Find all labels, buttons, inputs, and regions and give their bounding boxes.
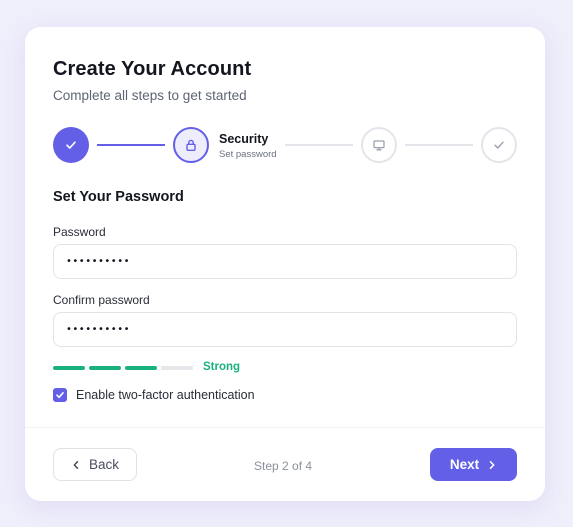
confirm-password-field[interactable]: •••••••••• xyxy=(53,312,517,347)
password-value: •••••••••• xyxy=(66,256,130,267)
footer-divider xyxy=(25,427,545,428)
stepper-connector xyxy=(405,144,473,146)
password-field[interactable]: •••••••••• xyxy=(53,244,517,279)
back-button[interactable]: Back xyxy=(53,448,137,481)
strength-segment xyxy=(89,366,121,370)
step-2-sublabel: Set password xyxy=(219,149,277,160)
signup-card: Create Your Account Complete all steps t… xyxy=(25,27,545,501)
step-indicator: Step 2 of 4 xyxy=(254,459,313,473)
step-2-label: Security xyxy=(219,132,269,146)
two-factor-label[interactable]: Enable two-factor authentication xyxy=(76,388,255,402)
monitor-icon xyxy=(372,138,386,152)
next-button-label: Next xyxy=(449,457,480,472)
back-button-label: Back xyxy=(88,457,119,472)
step-3-pending[interactable] xyxy=(361,127,397,163)
strength-segment xyxy=(125,366,157,370)
password-label: Password xyxy=(53,225,106,239)
check-icon xyxy=(492,138,506,152)
lock-icon xyxy=(184,138,198,152)
step-1-completed[interactable] xyxy=(53,127,89,163)
confirm-password-value: •••••••••• xyxy=(66,324,130,335)
next-button[interactable]: Next xyxy=(430,448,517,481)
two-factor-checkbox[interactable] xyxy=(53,388,67,402)
section-title: Set Your Password xyxy=(53,189,184,205)
strength-label: Strong xyxy=(203,361,241,373)
confirm-password-label: Confirm password xyxy=(53,293,150,307)
strength-segment xyxy=(53,366,85,370)
step-4-pending[interactable] xyxy=(481,127,517,163)
stepper-connector xyxy=(97,144,165,146)
checkmark-icon xyxy=(55,390,65,400)
chevron-left-icon xyxy=(71,460,81,470)
strength-segment xyxy=(161,366,193,370)
check-icon xyxy=(64,138,78,152)
step-2-active[interactable] xyxy=(173,127,209,163)
chevron-right-icon xyxy=(487,460,497,470)
page-title: Create Your Account xyxy=(53,58,252,80)
page-subtitle: Complete all steps to get started xyxy=(53,88,247,103)
stepper-connector xyxy=(285,144,353,146)
